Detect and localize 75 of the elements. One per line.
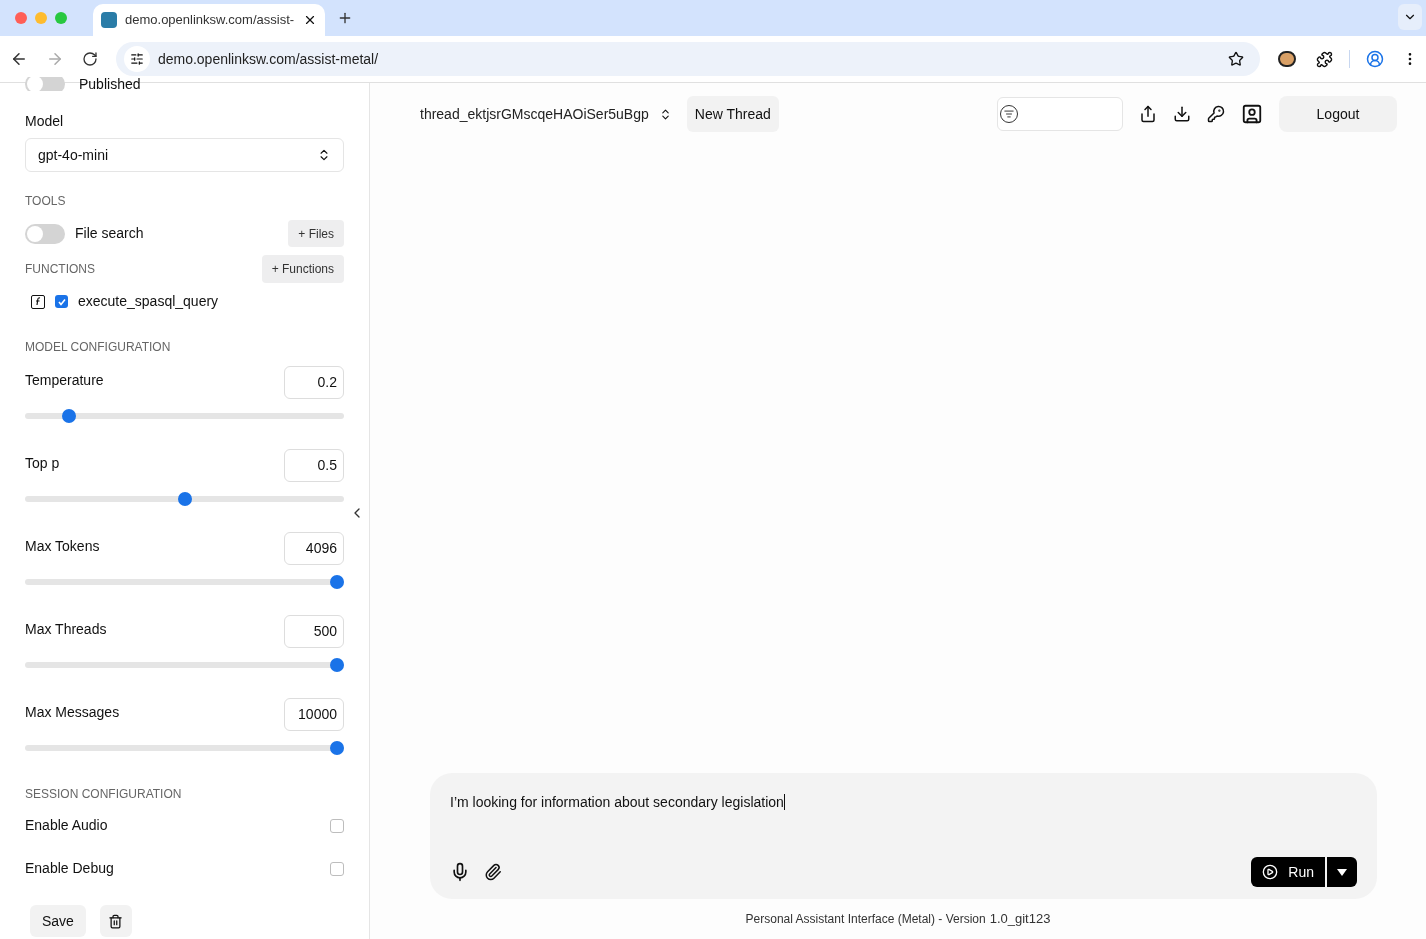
option-checkbox[interactable] [330,818,344,833]
logout-button[interactable]: Logout [1279,96,1397,132]
profile-icon[interactable] [1366,50,1384,68]
url-text: demo.openlinksw.com/assist-metal/ [157,49,380,69]
new-tab-icon[interactable] [337,10,353,26]
bookmark-star-icon[interactable] [1228,51,1245,67]
run-options-button[interactable] [1327,857,1357,887]
paperclip-icon[interactable] [484,863,502,881]
parameter-label: Max Messages [25,703,121,722]
microphone-icon[interactable] [450,862,470,882]
site-settings-icon[interactable] [129,52,144,66]
slider-track[interactable] [25,409,344,423]
option-label: Enable Audio [25,816,109,835]
run-button[interactable]: Run [1251,857,1325,887]
option-label: Enable Debug [25,859,115,878]
function-checkbox[interactable] [55,295,68,308]
site-favicon-icon [101,12,117,28]
add-files-button[interactable]: + Files [288,220,344,247]
trash-icon [108,913,124,929]
published-label: Published [79,77,141,91]
slider-thumb[interactable] [61,409,76,423]
message-input[interactable]: I’m looking for information about secondary legislation [450,793,1357,811]
close-window-control[interactable] [15,12,27,24]
filter-icon [1004,109,1014,119]
slider-thumb[interactable] [330,575,344,589]
tab-list-button[interactable] [1398,4,1422,30]
slider-track[interactable] [25,575,344,589]
delete-button[interactable] [99,905,132,937]
model-select[interactable]: gpt-4o-mini [25,138,344,172]
play-icon [1262,864,1279,880]
slider-thumb[interactable] [330,741,344,755]
key-icon[interactable] [1207,105,1225,123]
parameter-label: Top p [25,454,61,473]
add-functions-button[interactable]: + Functions [261,255,344,283]
section-heading: SESSION CONFIGURATION [25,786,183,803]
new-thread-button[interactable]: New Thread [686,96,779,132]
parameter-input[interactable]: 0.2 [284,366,344,399]
thread-select[interactable]: thread_ektjsrGMscqeHAOiSer5uBgp [420,103,672,125]
extensions-icon[interactable] [1316,50,1334,68]
slider-thumb[interactable] [177,492,192,506]
model-label: Model [25,112,65,131]
filter-field[interactable] [997,97,1123,131]
slider-track[interactable] [25,741,344,755]
option-checkbox[interactable] [330,861,344,876]
download-icon[interactable] [1173,105,1191,123]
toggle-switch[interactable] [25,77,65,91]
slider-track[interactable] [25,658,344,672]
upload-icon[interactable] [1139,105,1157,123]
parameter-input[interactable]: 10000 [284,698,344,731]
parameter-input[interactable]: 4096 [284,532,344,565]
section-heading: FUNCTIONS [25,261,96,278]
back-icon[interactable] [10,50,28,68]
parameter-label: Max Tokens [25,537,101,556]
footer-text: Personal Assistant Interface (Metal) - Version [745,911,986,928]
parameter-input[interactable]: 0.5 [284,449,344,482]
function-name: execute_spasql_query [78,292,219,311]
file-search-label: File search [75,224,145,243]
section-heading: TOOLS [25,193,67,210]
slider-track[interactable] [25,492,344,506]
save-button[interactable]: Save [30,905,86,937]
parameter-label: Temperature [25,371,105,390]
close-icon[interactable] [303,13,317,27]
parameter-label: Max Threads [25,620,108,639]
function-icon [31,294,45,309]
address-bar[interactable]: demo.openlinksw.com/assist-metal/ [115,42,1261,76]
account-icon[interactable] [1241,103,1263,125]
toggle-switch[interactable] [25,223,65,244]
reload-icon[interactable] [81,51,98,67]
browser-tab[interactable]: demo.openlinksw.com/assist- [93,4,325,36]
tab-title: demo.openlinksw.com/assist- [125,11,295,30]
section-heading: MODEL CONFIGURATION [25,339,172,356]
version-text: 1.0_git123 [989,910,1051,929]
parameter-input[interactable]: 500 [284,615,344,648]
slider-thumb[interactable] [330,658,344,672]
caret-down-icon [1337,868,1347,876]
